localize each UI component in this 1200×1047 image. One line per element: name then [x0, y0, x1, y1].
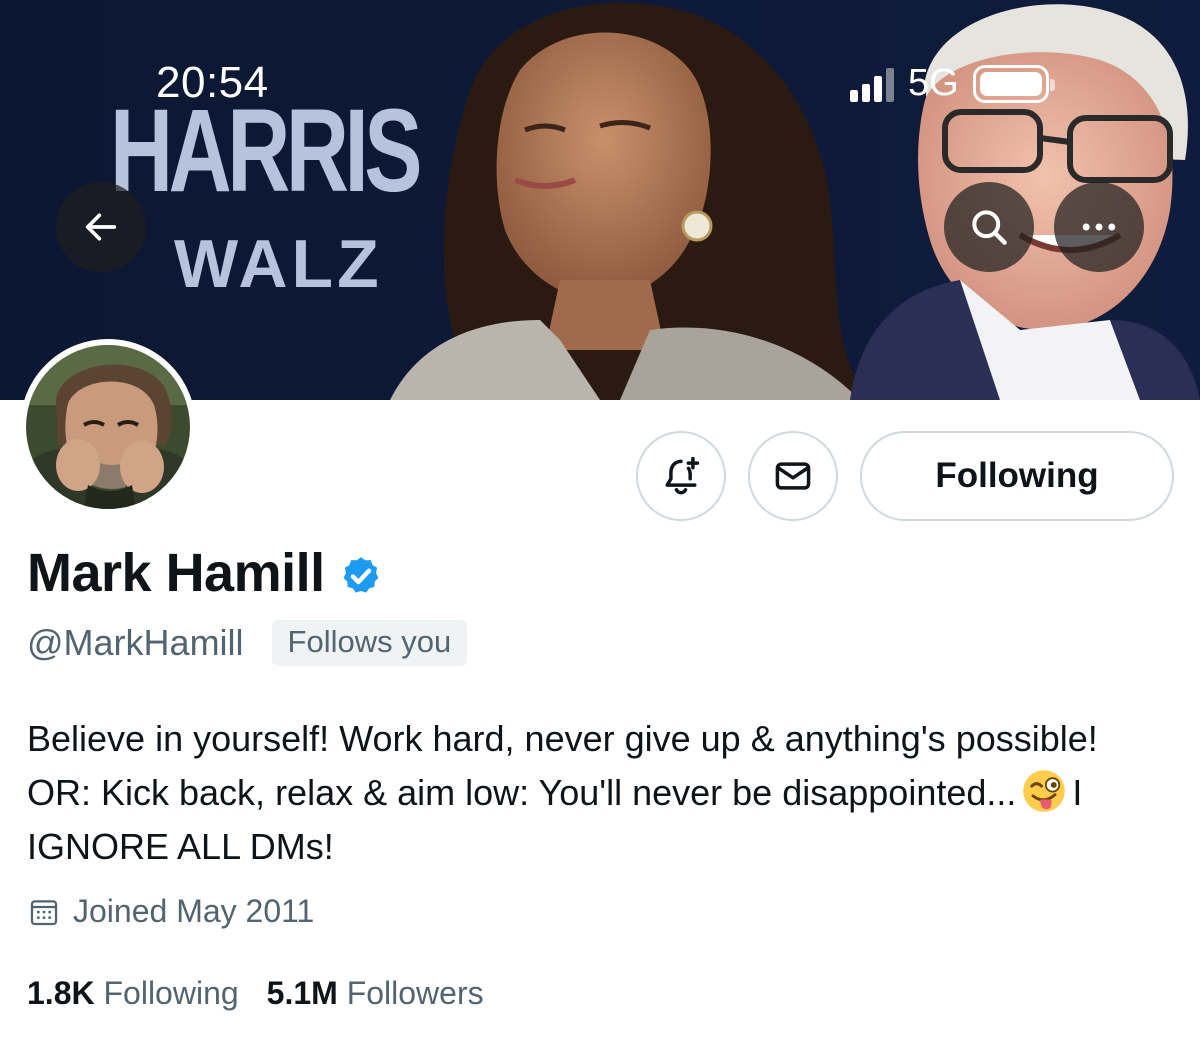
joined-date: Joined May 2011 — [73, 893, 315, 929]
avatar-image — [26, 345, 190, 509]
display-name-row: Mark Hamill — [27, 542, 383, 604]
follow-stats: 1.8K Following 5.1M Followers — [27, 975, 484, 1012]
verified-badge-icon[interactable] — [339, 554, 383, 598]
status-time: 20:54 — [156, 58, 269, 107]
message-button[interactable] — [748, 431, 838, 521]
bio-text-main: Believe in yourself! Work hard, never gi… — [27, 718, 1098, 813]
back-button[interactable] — [56, 182, 146, 272]
more-button[interactable] — [1054, 182, 1144, 272]
search-button[interactable] — [944, 182, 1034, 272]
profile-bio: Believe in yourself! Work hard, never gi… — [27, 712, 1167, 874]
signal-strength-icon — [850, 66, 894, 102]
notifications-button[interactable] — [636, 431, 726, 521]
arrow-left-icon — [85, 213, 117, 241]
banner-logo-harris: HARRIS — [110, 85, 423, 217]
following-stat[interactable]: 1.8K Following — [27, 975, 239, 1012]
profile-avatar[interactable] — [20, 339, 196, 515]
user-handle: @MarkHamill — [27, 622, 244, 663]
followers-label: Followers — [346, 975, 484, 1011]
joined-row: Joined May 2011 — [27, 893, 314, 930]
following-count: 1.8K — [27, 975, 95, 1011]
search-icon — [972, 210, 1007, 245]
profile-banner[interactable]: HARRIS WALZ 20:54 5G — [0, 0, 1200, 400]
envelope-icon — [775, 462, 811, 490]
bell-plus-icon — [665, 456, 700, 495]
following-label: Following — [103, 975, 239, 1011]
handle-row: @MarkHamill Follows you — [27, 620, 468, 666]
winking-face-with-tongue-emoji — [1023, 770, 1066, 812]
calendar-icon — [30, 899, 58, 925]
banner-logo-walz: WALZ — [174, 226, 383, 302]
followers-count: 5.1M — [266, 975, 338, 1011]
status-indicators: 5G — [850, 62, 1055, 105]
display-name: Mark Hamill — [27, 543, 325, 603]
followers-stat[interactable]: 5.1M Followers — [267, 975, 484, 1012]
network-type: 5G — [908, 62, 959, 104]
battery-icon — [972, 64, 1055, 103]
follows-you-badge: Follows you — [271, 620, 468, 666]
more-horizontal-icon — [1082, 223, 1116, 231]
following-button[interactable]: Following — [860, 431, 1174, 521]
